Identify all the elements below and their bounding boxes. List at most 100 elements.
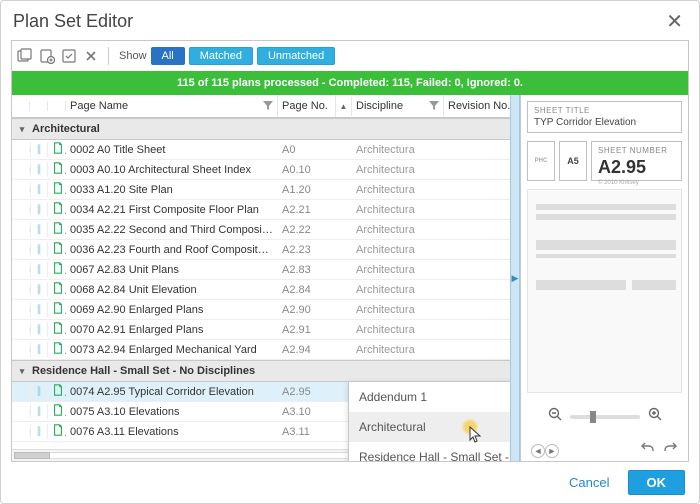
col-page-name[interactable]: Page Name <box>66 95 278 117</box>
drag-handle-icon[interactable]: ∥ <box>30 162 48 177</box>
add-sheet-icon[interactable] <box>38 47 56 65</box>
undo-icon[interactable] <box>640 440 656 461</box>
row-expand[interactable] <box>12 168 30 172</box>
document-icon <box>48 180 66 199</box>
cell-page-name: 0073 A2.94 Enlarged Mechanical Yard <box>66 342 278 358</box>
table-row[interactable]: ∥0033 A1.20 Site PlanA1.20Architectura <box>12 180 510 200</box>
cell-page-name: 0036 A2.23 Fourth and Roof Composite Flo… <box>66 242 278 258</box>
zoom-slider[interactable] <box>570 415 640 419</box>
row-expand[interactable] <box>12 268 30 272</box>
col-expand[interactable] <box>12 101 30 111</box>
cell-page-name: 0002 A0 Title Sheet <box>66 142 278 158</box>
zoom-out-icon[interactable] <box>548 407 562 426</box>
row-expand[interactable] <box>12 390 30 394</box>
dropdown-option[interactable]: Residence Hall - Small Set - No Discipli… <box>349 442 510 461</box>
drag-handle-icon[interactable]: ∥ <box>30 424 48 439</box>
table-row[interactable]: ∥0067 A2.83 Unit PlansA2.83Architectura <box>12 260 510 280</box>
filter-icon[interactable] <box>429 101 439 111</box>
cell-discipline: Architectura <box>352 222 444 238</box>
filter-unmatched-button[interactable]: Unmatched <box>257 47 335 65</box>
sort-asc-icon: ▲ <box>340 102 348 111</box>
drag-handle-icon[interactable]: ∥ <box>30 222 48 237</box>
row-expand[interactable] <box>12 308 30 312</box>
cell-page-name: 0068 A2.84 Unit Elevation <box>66 282 278 298</box>
dropdown-option[interactable]: Addendum 1 <box>349 382 510 412</box>
drag-handle-icon[interactable]: ∥ <box>30 242 48 257</box>
sheet-title-label: SHEET TITLE <box>534 106 675 115</box>
group-row[interactable]: ▾Architectural <box>12 118 510 140</box>
ok-button[interactable]: OK <box>628 470 686 495</box>
drag-handle-icon[interactable]: ∥ <box>30 302 48 317</box>
clear-icon[interactable] <box>82 47 100 65</box>
drag-handle-icon[interactable]: ∥ <box>30 384 48 399</box>
splitter-handle[interactable]: ▶ <box>510 95 520 461</box>
drag-handle-icon[interactable]: ∥ <box>30 282 48 297</box>
collapse-icon[interactable]: ▾ <box>16 366 28 377</box>
filter-icon[interactable] <box>263 101 273 111</box>
row-expand[interactable] <box>12 430 30 434</box>
stack-icon[interactable] <box>16 47 34 65</box>
sheet-title-value: TYP Corridor Elevation <box>534 117 675 128</box>
drag-handle-icon[interactable]: ∥ <box>30 182 48 197</box>
document-icon <box>48 340 66 359</box>
redo-icon[interactable] <box>662 440 678 461</box>
check-sheet-icon[interactable] <box>60 47 78 65</box>
drag-handle-icon[interactable]: ∥ <box>30 404 48 419</box>
close-icon[interactable]: ✕ <box>662 9 687 34</box>
plan-thumbnail[interactable] <box>527 189 682 393</box>
drag-handle-icon[interactable]: ∥ <box>30 142 48 157</box>
row-expand[interactable] <box>12 348 30 352</box>
table-row[interactable]: ∥0034 A2.21 First Composite Floor PlanA2… <box>12 200 510 220</box>
cell-page-no: A0 <box>278 142 336 158</box>
content-area: Page Name Page No. ▲ Discipline Revision… <box>11 95 689 462</box>
cell-page-no: A3.11 <box>278 424 336 440</box>
col-revision-no[interactable]: Revision No. <box>444 95 510 117</box>
status-bar: 115 of 115 plans processed - Completed: … <box>11 71 689 95</box>
copyright: © 2010 Kirksey <box>598 180 675 186</box>
table-row[interactable]: ∥0035 A2.22 Second and Third Composite F… <box>12 220 510 240</box>
row-expand[interactable] <box>12 288 30 292</box>
col-page-no[interactable]: Page No. <box>278 95 336 117</box>
table-row[interactable]: ∥ 0069 A2.90 Enlarged PlansA2.90 Architect… <box>12 300 510 320</box>
cell-discipline: Architectura <box>352 262 444 278</box>
row-expand[interactable] <box>12 148 30 152</box>
col-discipline[interactable]: Discipline <box>352 95 444 117</box>
cell-discipline: Architectura <box>352 302 444 318</box>
row-expand[interactable] <box>12 328 30 332</box>
zoom-in-icon[interactable] <box>648 407 662 426</box>
row-expand[interactable] <box>12 188 30 192</box>
row-expand[interactable] <box>12 208 30 212</box>
row-expand[interactable] <box>12 410 30 414</box>
table-row[interactable]: ∥0002 A0 Title SheetA0Architectura <box>12 140 510 160</box>
drag-handle-icon[interactable]: ∥ <box>30 342 48 357</box>
cell-revision <box>444 288 510 292</box>
cancel-button[interactable]: Cancel <box>563 474 615 491</box>
group-row[interactable]: ▾ Residence Hall - Small Set - No Discipl… <box>12 360 510 382</box>
col-icon <box>48 101 66 111</box>
row-expand[interactable] <box>12 248 30 252</box>
collapse-icon[interactable]: ▾ <box>16 124 28 135</box>
dropdown-option[interactable]: Architectural <box>349 412 510 442</box>
cell-page-name: 0076 A3.11 Elevations <box>66 424 278 440</box>
col-page-no-filter[interactable]: ▲ <box>336 97 352 116</box>
filter-matched-button[interactable]: Matched <box>189 47 253 65</box>
table-row[interactable]: ∥0003 A0.10 Architectural Sheet IndexA0.… <box>12 160 510 180</box>
prev-page-icon[interactable]: ◄ <box>531 444 545 458</box>
table-row[interactable]: ∥0073 A2.94 Enlarged Mechanical YardA2.9… <box>12 340 510 360</box>
discipline-dropdown[interactable]: Addendum 1ArchitecturalResidence Hall - … <box>348 381 510 461</box>
drag-handle-icon[interactable]: ∥ <box>30 322 48 337</box>
cell-discipline: Architectura <box>352 322 444 338</box>
filter-all-button[interactable]: All <box>151 47 185 65</box>
document-icon <box>48 160 66 179</box>
table-row[interactable]: ∥ 0036 A2.23 Fourth and Roof Composite Fl… <box>12 240 510 260</box>
table-row[interactable]: ∥0068 A2.84 Unit ElevationA2.84Architect… <box>12 280 510 300</box>
drag-handle-icon[interactable]: ∥ <box>30 202 48 217</box>
group-label: Residence Hall - Small Set - No Discipli… <box>32 365 255 377</box>
drag-handle-icon[interactable]: ∥ <box>30 262 48 277</box>
table-row[interactable]: ∥0070 A2.91 Enlarged PlansA2.91Architect… <box>12 320 510 340</box>
next-page-icon[interactable]: ► <box>545 444 559 458</box>
row-expand[interactable] <box>12 228 30 232</box>
modal-title: Plan Set Editor <box>13 11 133 32</box>
cell-page-name: 0069 A2.90 Enlarged Plans <box>66 302 278 318</box>
cell-page-no: A2.90 <box>278 302 336 318</box>
